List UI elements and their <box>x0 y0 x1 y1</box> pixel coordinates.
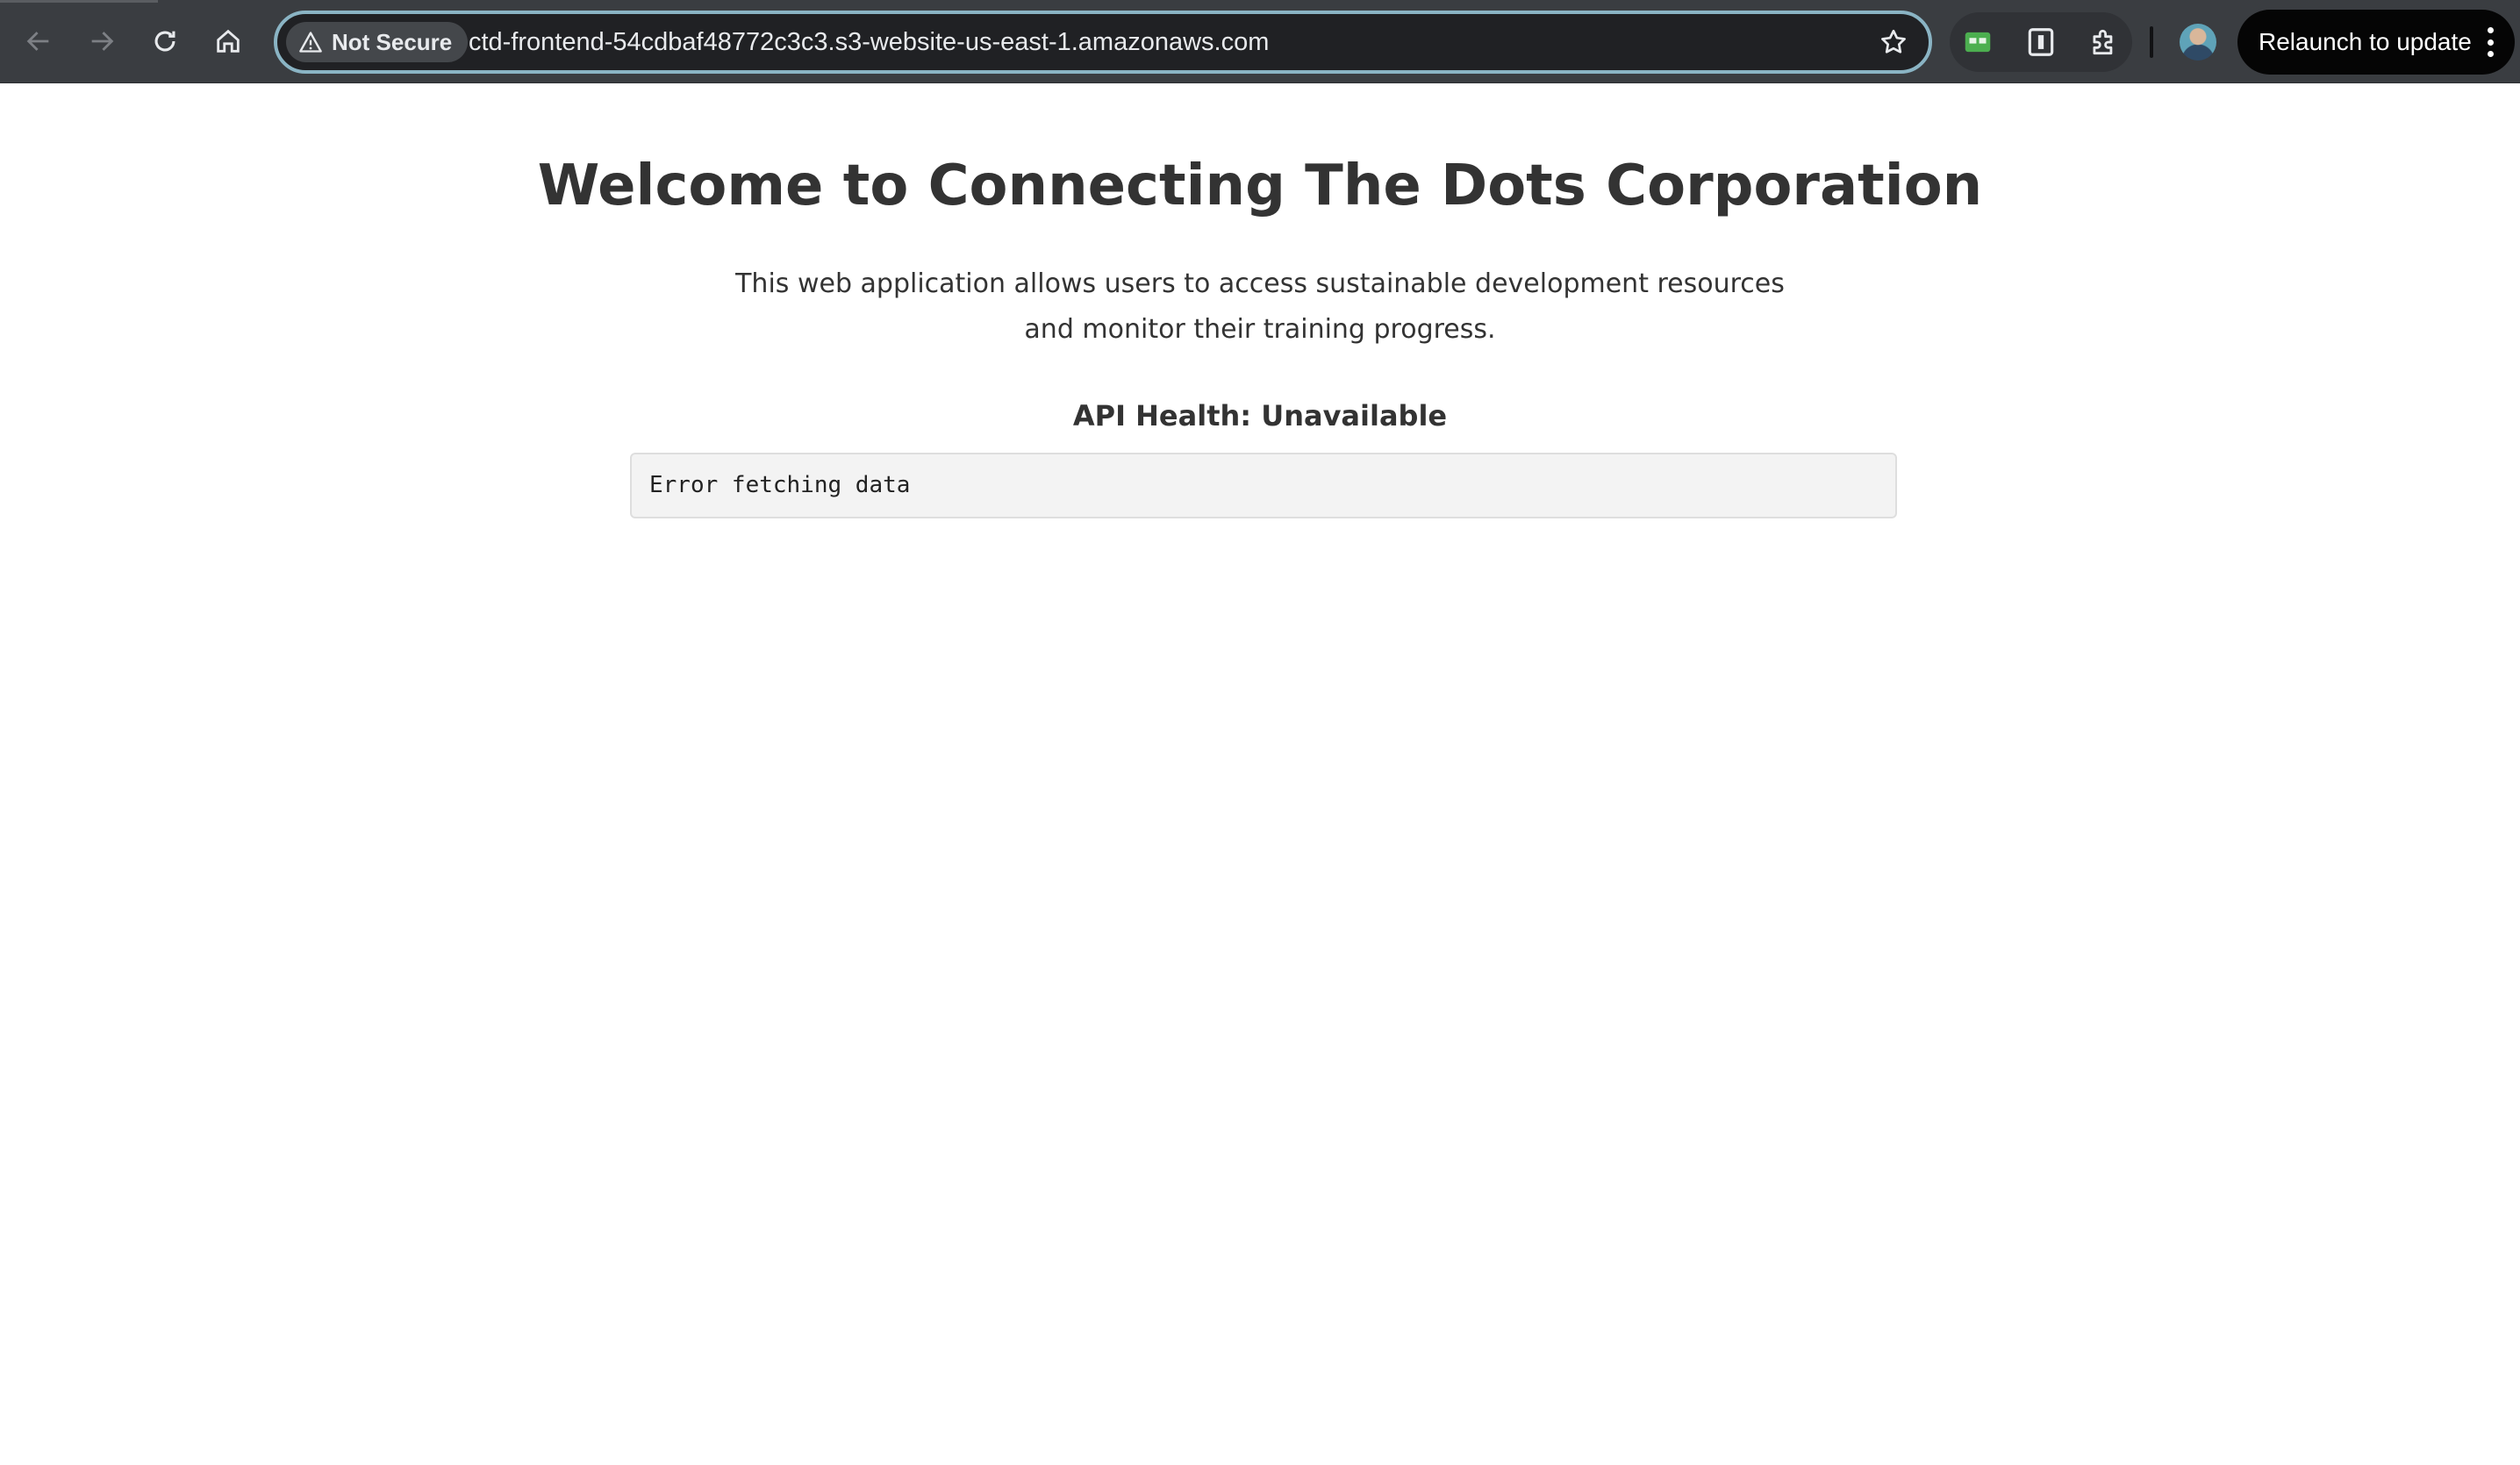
relaunch-button[interactable]: Relaunch to update <box>2237 10 2515 75</box>
toolbar-divider <box>2150 26 2153 58</box>
api-response-box: Error fetching data <box>630 453 1897 518</box>
home-icon <box>217 29 240 53</box>
url-text[interactable]: ctd-frontend-54cdbaf48772c3c3.s3-website… <box>469 14 1269 70</box>
green-extension-icon <box>1965 32 1991 53</box>
back-button[interactable] <box>18 20 60 62</box>
back-arrow-icon <box>26 32 49 51</box>
page-content: Welcome to Connecting The Dots Corporati… <box>0 84 2520 1465</box>
info-extension-button[interactable] <box>2023 25 2058 60</box>
home-button[interactable] <box>207 20 249 62</box>
forward-button[interactable] <box>81 20 123 62</box>
browser-toolbar: Not Secure ctd-frontend-54cdbaf48772c3c3… <box>0 0 2520 83</box>
profile-avatar[interactable] <box>2180 24 2216 61</box>
relaunch-label: Relaunch to update <box>2259 28 2472 55</box>
page-title: Welcome to Connecting The Dots Corporati… <box>537 154 1983 218</box>
site-info-chip[interactable]: Not Secure <box>286 22 469 62</box>
address-bar[interactable]: Not Secure ctd-frontend-54cdbaf48772c3c3… <box>274 11 1932 74</box>
api-health-status: API Health: Unavailable <box>1072 399 1448 432</box>
intro-paragraph: This web application allows users to acc… <box>735 268 1785 345</box>
reload-button[interactable] <box>144 20 186 62</box>
forward-arrow-icon <box>91 32 114 51</box>
warning-triangle-icon <box>299 32 322 53</box>
reload-icon <box>154 31 175 52</box>
bookmark-button[interactable] <box>1878 26 1909 58</box>
kebab-menu-icon[interactable] <box>2487 27 2494 57</box>
extensions-group <box>1950 12 2132 72</box>
green-extension-button[interactable] <box>1960 25 1995 60</box>
puzzle-icon <box>2093 29 2113 55</box>
star-icon <box>1881 29 1906 54</box>
extensions-button[interactable] <box>2087 25 2122 60</box>
tab-strip-edge <box>0 0 158 3</box>
info-extension-icon <box>2028 28 2054 56</box>
security-label: Not Secure <box>332 28 453 55</box>
